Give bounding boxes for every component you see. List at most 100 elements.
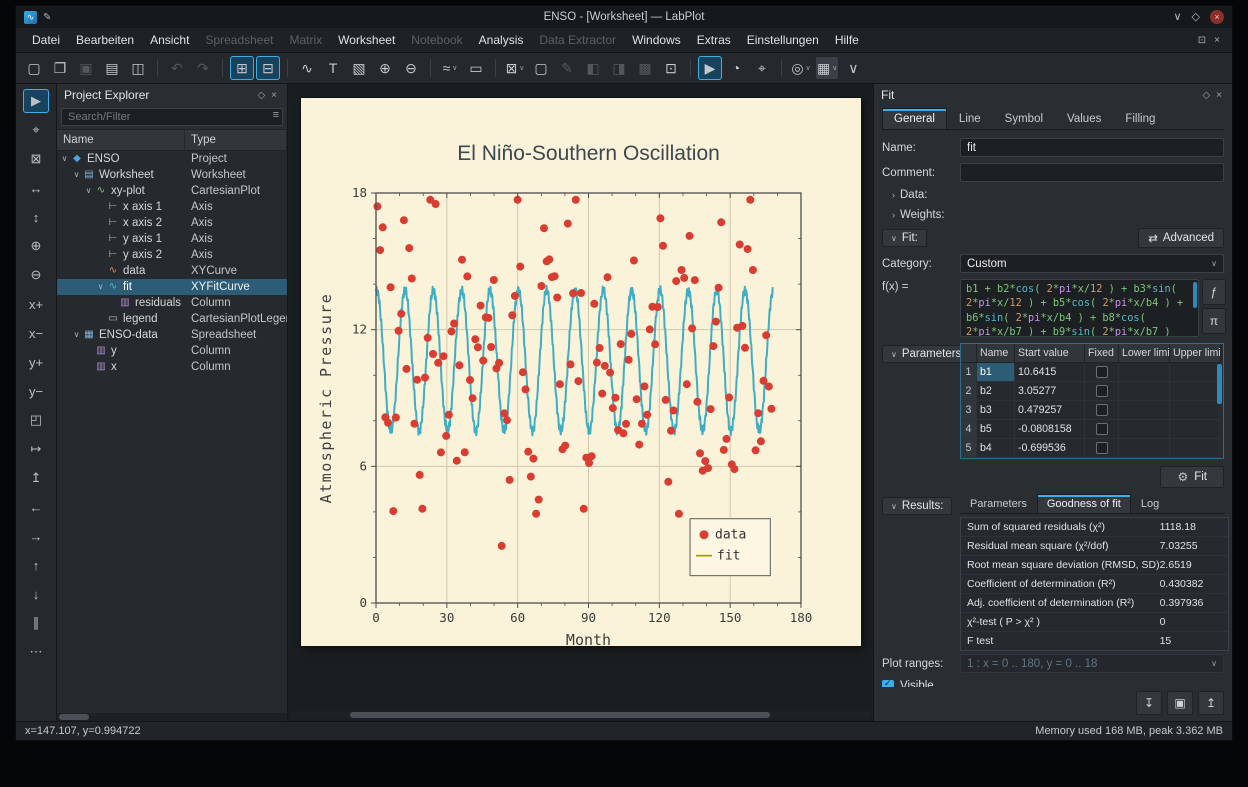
param-upper-limit-cell[interactable] [1170,420,1221,439]
load-template-button[interactable]: ↧ [1136,691,1162,715]
param-lower-limit-cell[interactable] [1119,439,1170,458]
menu-bearbeiten[interactable]: Bearbeiten [68,30,142,50]
tab-filling[interactable]: Filling [1113,108,1167,129]
plot-shift-right-x-icon[interactable]: → [23,524,49,548]
explorer-close-icon[interactable]: × [268,90,280,101]
param-upper-limit-cell[interactable] [1170,382,1221,401]
menu-analysis[interactable]: Analysis [471,30,532,50]
column-header-name[interactable]: Name [57,130,185,150]
fixed-checkbox[interactable] [1096,423,1108,435]
plot-auto-scale-x-icon[interactable]: ↦ [23,437,49,461]
param-name-cell[interactable]: b5 [977,420,1015,439]
formula-editor[interactable]: b1 + b2*cos( 2*pi*x/12 ) + b3*sin( 2*pi*… [960,279,1199,337]
results-tab-goodness-of-fit[interactable]: Goodness of fit [1037,494,1131,513]
fixed-checkbox[interactable] [1096,442,1108,454]
param-fixed-cell[interactable] [1085,420,1119,439]
tab-values[interactable]: Values [1055,108,1113,129]
menu-datei[interactable]: Datei [24,30,68,50]
add-text-label-icon[interactable]: T [321,56,345,80]
timer-icon[interactable]: ◔ [724,56,748,80]
menu-ansicht[interactable]: Ansicht [142,30,197,50]
param-lower-limit-cell[interactable] [1119,420,1170,439]
tree-row-enso-data[interactable]: ∨▦ENSO-dataSpreadsheet [57,327,287,343]
param-start-value-cell[interactable]: 3.05277 [1015,382,1085,401]
menu-extras[interactable]: Extras [689,30,739,50]
dock-float-icon[interactable]: ◇ [1199,90,1213,101]
menu-windows[interactable]: Windows [624,30,689,50]
new-project-icon[interactable]: ▢ [22,56,46,80]
plot-zoom-out-icon[interactable]: ⊖ [23,263,49,287]
tree-row-y-axis-2[interactable]: ⊢y axis 2Axis [57,247,287,263]
worksheet-canvas[interactable]: 0306090120150180061218El Niño-Southern O… [288,84,873,711]
category-combobox[interactable]: Custom ∨ [960,254,1224,273]
param-name-cell[interactable]: b2 [977,382,1015,401]
tree-row-y[interactable]: ▥yColumn [57,343,287,359]
fit-section-toggle[interactable]: ∨ Fit: [882,229,927,247]
comment-field[interactable] [960,163,1224,182]
plot-zoom-x-select-mode-icon[interactable]: ↔ [23,176,49,200]
param-lower-limit-cell[interactable] [1119,363,1170,382]
zoom-mode-icon[interactable]: ◎∨ [789,56,813,80]
plot-more-actions-icon[interactable]: ⋯ [23,640,49,664]
tree-row-y-axis-1[interactable]: ⊢y axis 1Axis [57,231,287,247]
select-region-icon[interactable]: ⊠∨ [503,56,527,80]
param-fixed-cell[interactable] [1085,382,1119,401]
tree-row-x-axis-1[interactable]: ⊢x axis 1Axis [57,199,287,215]
toolbar-overflow-icon[interactable]: ∨ [841,56,865,80]
crosshair-icon[interactable]: ⌖ [750,56,774,80]
tree-row-residuals[interactable]: ▥residualsColumn [57,295,287,311]
plot-auto-scale-icon[interactable]: ◰ [23,408,49,432]
open-project-icon[interactable]: ❐ [48,56,72,80]
search-input[interactable] [61,108,283,126]
param-start-value-cell[interactable]: 0.479257 [1015,401,1085,420]
results-section-toggle[interactable]: ∨ Results: [882,497,952,515]
add-legend-icon[interactable]: ▭ [464,56,488,80]
plot-zoom-in-x-icon[interactable]: x+ [23,292,49,316]
subwindow-close-button[interactable]: × [1210,35,1224,46]
plot-shift-left-x-icon[interactable]: ← [23,495,49,519]
visible-checkbox[interactable] [882,680,894,687]
data-section-toggle[interactable]: › Data: [882,189,1224,201]
plot-zoom-out-x-icon[interactable]: x− [23,321,49,345]
menu-worksheet[interactable]: Worksheet [330,30,403,50]
plot-zoom-out-y-icon[interactable]: y− [23,379,49,403]
param-upper-limit-cell[interactable] [1170,363,1221,382]
add-image-icon[interactable]: ▧ [347,56,371,80]
plot-cursor-mode-icon[interactable]: ∥ [23,611,49,635]
print-icon[interactable]: ▤ [100,56,124,80]
param-fixed-cell[interactable] [1085,401,1119,420]
param-lower-limit-cell[interactable] [1119,401,1170,420]
export-template-button[interactable]: ↥ [1198,691,1224,715]
tree-row-legend[interactable]: ▭legendCartesianPlotLegen [57,311,287,327]
plot-zoom-in-y-icon[interactable]: y+ [23,350,49,374]
fixed-checkbox[interactable] [1096,404,1108,416]
insert-function-button[interactable]: ƒ [1202,279,1226,305]
subwindow-restore-button[interactable]: ⊡ [1194,35,1210,46]
tree-row-xy-plot[interactable]: ∨∿xy-plotCartesianPlot [57,183,287,199]
column-header-type[interactable]: Type [185,130,287,150]
explorer-float-icon[interactable]: ◇ [254,90,268,101]
crop-region-icon[interactable]: ▢ [529,56,553,80]
cascade-windows-icon[interactable]: ⊟ [256,56,280,80]
zoom-in-worksheet-icon[interactable]: ⊕ [373,56,397,80]
save-template-button[interactable]: ▣ [1167,691,1193,715]
param-fixed-cell[interactable] [1085,363,1119,382]
tree-row-worksheet[interactable]: ∨▤WorksheetWorksheet [57,167,287,183]
menu-hilfe[interactable]: Hilfe [827,30,867,50]
param-fixed-cell[interactable] [1085,439,1119,458]
param-upper-limit-cell[interactable] [1170,401,1221,420]
plot-zoom-select-mode-icon[interactable]: ⊠ [23,147,49,171]
param-start-value-cell[interactable]: -0.0808158 [1015,420,1085,439]
minimize-button[interactable]: ∨ [1173,12,1181,23]
plot-select-mode-icon[interactable]: ▶ [23,89,49,113]
plot-zoom-y-select-mode-icon[interactable]: ↕ [23,205,49,229]
param-lower-limit-cell[interactable] [1119,382,1170,401]
fixed-checkbox[interactable] [1096,366,1108,378]
tab-symbol[interactable]: Symbol [993,108,1055,129]
tree-row-enso[interactable]: ∨◆ENSOProject [57,151,287,167]
results-tab-parameters[interactable]: Parameters [960,494,1037,513]
param-start-value-cell[interactable]: -0.699536 [1015,439,1085,458]
worksheet-sheet[interactable]: 0306090120150180061218El Niño-Southern O… [301,98,861,646]
name-field[interactable] [960,138,1224,157]
maximize-button[interactable]: ◇ [1192,12,1200,23]
